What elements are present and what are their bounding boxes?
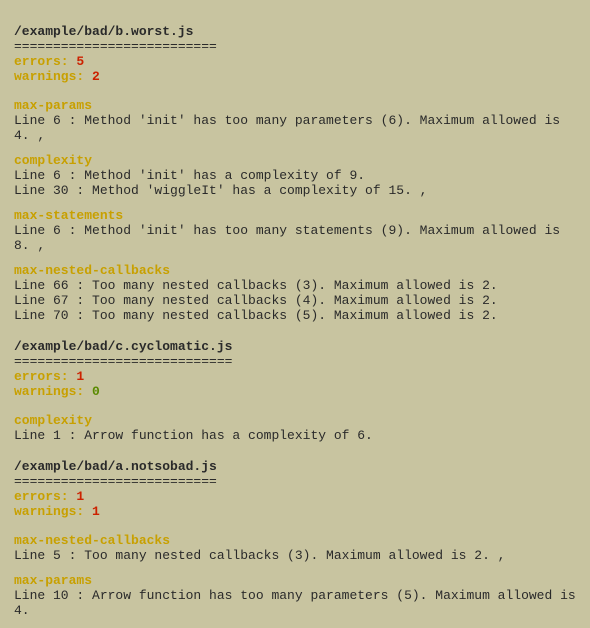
warnings-value-2: 0 [92, 384, 100, 399]
rule-complexity-2-msg1: Line 1 : Arrow function has a complexity… [14, 428, 576, 443]
rule-max-statements: max-statements [14, 208, 576, 223]
rule-max-params-msg1: Line 6 : Method 'init' has too many para… [14, 113, 576, 143]
errors-value-3: 1 [76, 489, 84, 504]
errors-1: errors: 5 [14, 54, 576, 69]
warnings-label-3: warnings: [14, 504, 92, 519]
rule-max-params-3: max-params [14, 573, 576, 588]
errors-2: errors: 1 [14, 369, 576, 384]
section-3: /example/bad/a.notsobad.js =============… [14, 459, 576, 618]
warnings-value-3: 1 [92, 504, 100, 519]
rule-max-statements-msg1: Line 6 : Method 'init' has too many stat… [14, 223, 576, 253]
filepath-2: /example/bad/c.cyclomatic.js [14, 339, 576, 354]
rule-max-nested-callbacks-1: max-nested-callbacks [14, 263, 576, 278]
rule-complexity-1: complexity [14, 153, 576, 168]
warnings-label-1: warnings: [14, 69, 92, 84]
errors-3: errors: 1 [14, 489, 576, 504]
rule-mnc-msg1: Line 66 : Too many nested callbacks (3).… [14, 278, 576, 293]
rule-max-nested-callbacks-3: max-nested-callbacks [14, 533, 576, 548]
errors-value-1: 5 [76, 54, 84, 69]
rule-max-params: max-params [14, 98, 576, 113]
warnings-3: warnings: 1 [14, 504, 576, 519]
separator-2: ============================ [14, 354, 576, 369]
section-1: /example/bad/b.worst.js ================… [14, 24, 576, 323]
rule-complexity-msg2: Line 30 : Method 'wiggleIt' has a comple… [14, 183, 576, 198]
errors-value-2: 1 [76, 369, 84, 384]
warnings-label-2: warnings: [14, 384, 92, 399]
rule-max-params-3-msg1: Line 10 : Arrow function has too many pa… [14, 588, 576, 618]
output-container: /example/bad/b.worst.js ================… [14, 24, 576, 618]
rule-mnc-msg2: Line 67 : Too many nested callbacks (4).… [14, 293, 576, 308]
errors-label-2: errors: [14, 369, 76, 384]
filepath-1: /example/bad/b.worst.js [14, 24, 576, 39]
errors-label-1: errors: [14, 54, 76, 69]
warnings-1: warnings: 2 [14, 69, 576, 84]
rule-mnc-3-msg1: Line 5 : Too many nested callbacks (3). … [14, 548, 576, 563]
separator-1: ========================== [14, 39, 576, 54]
rule-mnc-msg3: Line 70 : Too many nested callbacks (5).… [14, 308, 576, 323]
errors-label-3: errors: [14, 489, 76, 504]
rule-complexity-2: complexity [14, 413, 576, 428]
section-2: /example/bad/c.cyclomatic.js ===========… [14, 339, 576, 443]
warnings-value-1: 2 [92, 69, 100, 84]
warnings-2: warnings: 0 [14, 384, 576, 399]
filepath-3: /example/bad/a.notsobad.js [14, 459, 576, 474]
rule-complexity-msg1: Line 6 : Method 'init' has a complexity … [14, 168, 576, 183]
separator-3: ========================== [14, 474, 576, 489]
